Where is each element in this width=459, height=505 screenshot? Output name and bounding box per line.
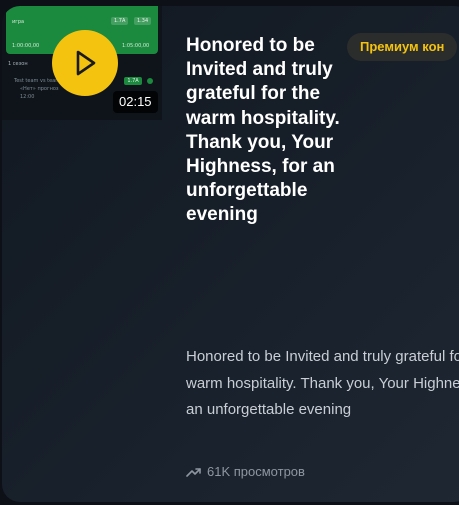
views-count: 61K просмотров	[186, 464, 305, 479]
trending-up-icon	[186, 467, 201, 477]
thumbnail-text: игра	[12, 19, 25, 25]
post-title[interactable]: Honored to be Invited and truly grateful…	[186, 34, 346, 228]
thumbnail-text: 1 сезон	[8, 61, 28, 67]
premium-badge: Премиум кон	[347, 33, 458, 61]
thumbnail-badge: 1.34	[134, 17, 152, 25]
thumbnail-dot	[147, 78, 153, 84]
thumbnail-text: «Нет» прогноз	[20, 86, 59, 92]
video-duration: 02:15	[113, 91, 158, 113]
post-description: Honored to be Invited and truly grateful…	[186, 348, 459, 418]
video-thumbnail[interactable]: игра 1.7A 1.34 1:00:00,00 1:05:00,00 1 с…	[2, 6, 162, 120]
thumbnail-text: Test team vs team	[14, 78, 61, 84]
post-card[interactable]: игра 1.7A 1.34 1:00:00,00 1:05:00,00 1 с…	[2, 6, 459, 502]
thumbnail-text: 12:00	[20, 94, 35, 100]
thumbnail-text: 1:05:00,00	[122, 43, 150, 49]
thumbnail-chip: 1.7A	[124, 77, 142, 85]
thumbnail-text: 1:00:00,00	[12, 43, 40, 49]
views-label: 61K просмотров	[207, 464, 305, 479]
play-icon	[76, 50, 96, 76]
play-button[interactable]	[52, 30, 118, 96]
thumbnail-badge: 1.7A	[111, 17, 129, 25]
